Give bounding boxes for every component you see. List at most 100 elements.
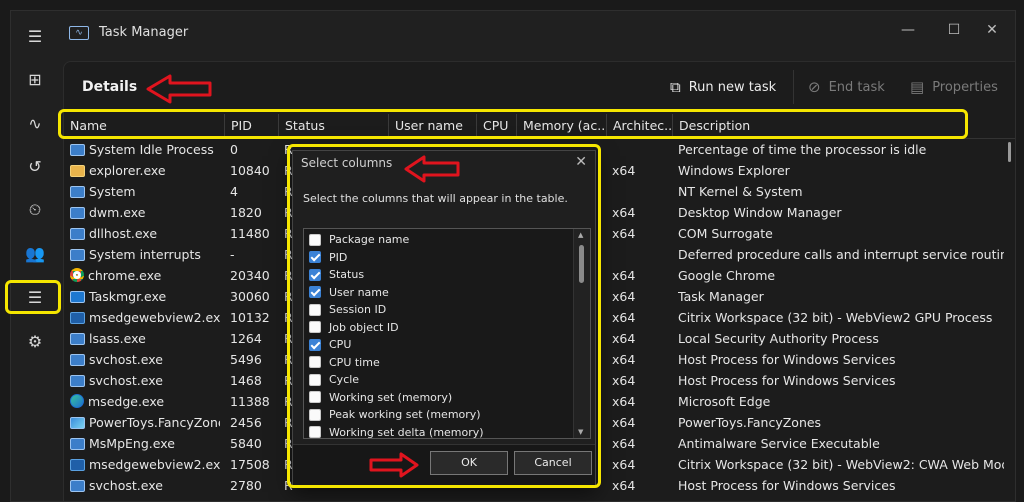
window-title: Task Manager: [99, 25, 189, 40]
process-win-icon: [70, 228, 85, 240]
processes-icon[interactable]: ⊞: [19, 64, 51, 94]
process-architecture: x64: [612, 205, 636, 220]
process-win-icon: [70, 207, 85, 219]
close-button[interactable]: ✕: [977, 17, 1007, 43]
process-name: System Idle Process: [70, 139, 220, 160]
process-win-icon: [70, 186, 85, 198]
users-icon[interactable]: 👥: [19, 238, 51, 268]
process-description: Host Process for Windows Services: [678, 352, 896, 367]
process-name: explorer.exe: [70, 160, 220, 181]
run-new-task-label: Run new task: [688, 79, 777, 95]
process-name: svchost.exe: [70, 370, 220, 391]
process-pid: 5840: [230, 436, 262, 451]
process-description: PowerToys.FancyZones: [678, 415, 822, 430]
properties-button[interactable]: ▤ Properties: [910, 78, 998, 96]
process-architecture: x64: [612, 436, 636, 451]
process-name: dllhost.exe: [70, 223, 220, 244]
process-win-icon: [70, 375, 85, 387]
command-divider: [793, 70, 794, 104]
process-name-text: Taskmgr.exe: [89, 289, 167, 304]
details-arrow-annotation: [146, 74, 212, 104]
hamburger-icon[interactable]: ☰: [19, 21, 51, 51]
dialog-highlight: [287, 144, 601, 488]
process-architecture: x64: [612, 352, 636, 367]
process-architecture: x64: [612, 226, 636, 241]
process-architecture: x64: [612, 331, 636, 346]
process-architecture: x64: [612, 373, 636, 388]
process-pid: -: [230, 247, 235, 262]
minimize-button[interactable]: —: [893, 17, 923, 43]
process-architecture: x64: [612, 394, 636, 409]
process-win-icon: [70, 333, 85, 345]
process-description: Windows Explorer: [678, 163, 790, 178]
process-name-text: explorer.exe: [89, 163, 166, 178]
process-edge-icon: [70, 394, 84, 408]
process-chrome-icon: [70, 268, 84, 282]
process-toys-icon: [70, 417, 85, 429]
dialog-title-arrow-annotation: [404, 155, 460, 183]
services-icon[interactable]: ⚙: [19, 326, 51, 356]
process-win-icon: [70, 438, 85, 450]
end-task-label: End task: [828, 79, 885, 95]
process-name-text: System Idle Process: [89, 142, 214, 157]
process-ms-icon: [70, 459, 85, 471]
process-pid: 5496: [230, 352, 262, 367]
table-scrollbar[interactable]: [1008, 142, 1011, 162]
process-pid: 20340: [230, 268, 270, 283]
process-name: System interrupts: [70, 244, 220, 265]
process-name: MsMpEng.exe: [70, 433, 220, 454]
process-name: chrome.exe: [70, 265, 220, 286]
process-pid: 0: [230, 142, 238, 157]
startup-icon[interactable]: ⏲: [19, 195, 51, 225]
process-ms-icon: [70, 312, 85, 324]
run-task-icon: ⧉: [670, 78, 681, 96]
process-name-text: lsass.exe: [89, 331, 146, 346]
process-win-icon: [70, 354, 85, 366]
process-win-icon: [70, 480, 85, 492]
process-pid: 10132: [230, 310, 270, 325]
process-name: PowerToys.FancyZone...: [70, 412, 220, 433]
run-new-task-button[interactable]: ⧉ Run new task: [670, 78, 776, 96]
properties-label: Properties: [932, 79, 998, 95]
process-name-text: dwm.exe: [89, 205, 146, 220]
performance-icon[interactable]: ∿: [19, 108, 51, 138]
process-description: Desktop Window Manager: [678, 205, 842, 220]
process-win-icon: [70, 144, 85, 156]
process-name: System: [70, 181, 220, 202]
process-description: COM Surrogate: [678, 226, 773, 241]
process-name-text: svchost.exe: [89, 478, 163, 493]
process-name: lsass.exe: [70, 328, 220, 349]
process-description: Percentage of time the processor is idle: [678, 142, 927, 157]
process-name: msedge.exe: [70, 391, 220, 412]
process-name: svchost.exe: [70, 475, 220, 496]
process-name: dwm.exe: [70, 202, 220, 223]
process-pid: 2456: [230, 415, 262, 430]
process-name: msedgewebview2.exe: [70, 454, 220, 475]
process-pid: 1468: [230, 373, 262, 388]
process-name: svchost.exe: [70, 349, 220, 370]
process-name-text: dllhost.exe: [89, 226, 158, 241]
process-pid: 4: [230, 184, 238, 199]
header-highlight: [58, 109, 968, 139]
process-pid: 11480: [230, 226, 270, 241]
process-pid: 2780: [230, 478, 262, 493]
process-name: Taskmgr.exe: [70, 286, 220, 307]
process-name-text: svchost.exe: [89, 373, 163, 388]
sidebar-details-highlight: [5, 280, 61, 314]
page-title: Details: [82, 79, 138, 95]
task-manager-app-icon: ∿: [69, 26, 89, 40]
process-description: Citrix Workspace (32 bit) - WebView2 GPU…: [678, 310, 993, 325]
process-pid: 30060: [230, 289, 270, 304]
process-name-text: msedge.exe: [88, 394, 165, 409]
process-architecture: x64: [612, 457, 636, 472]
maximize-button[interactable]: ☐: [939, 17, 969, 43]
title-bar: ∿ Task Manager — ☐ ✕: [59, 11, 1015, 55]
process-description: Local Security Authority Process: [678, 331, 879, 346]
end-task-button[interactable]: ⊘ End task: [808, 78, 885, 96]
process-description: Deferred procedure calls and interrupt s…: [678, 247, 1004, 262]
app-history-icon[interactable]: ↺: [19, 151, 51, 181]
ok-arrow-annotation: [369, 452, 419, 478]
process-architecture: x64: [612, 163, 636, 178]
process-architecture: x64: [612, 268, 636, 283]
process-name-text: PowerToys.FancyZone...: [89, 415, 220, 430]
